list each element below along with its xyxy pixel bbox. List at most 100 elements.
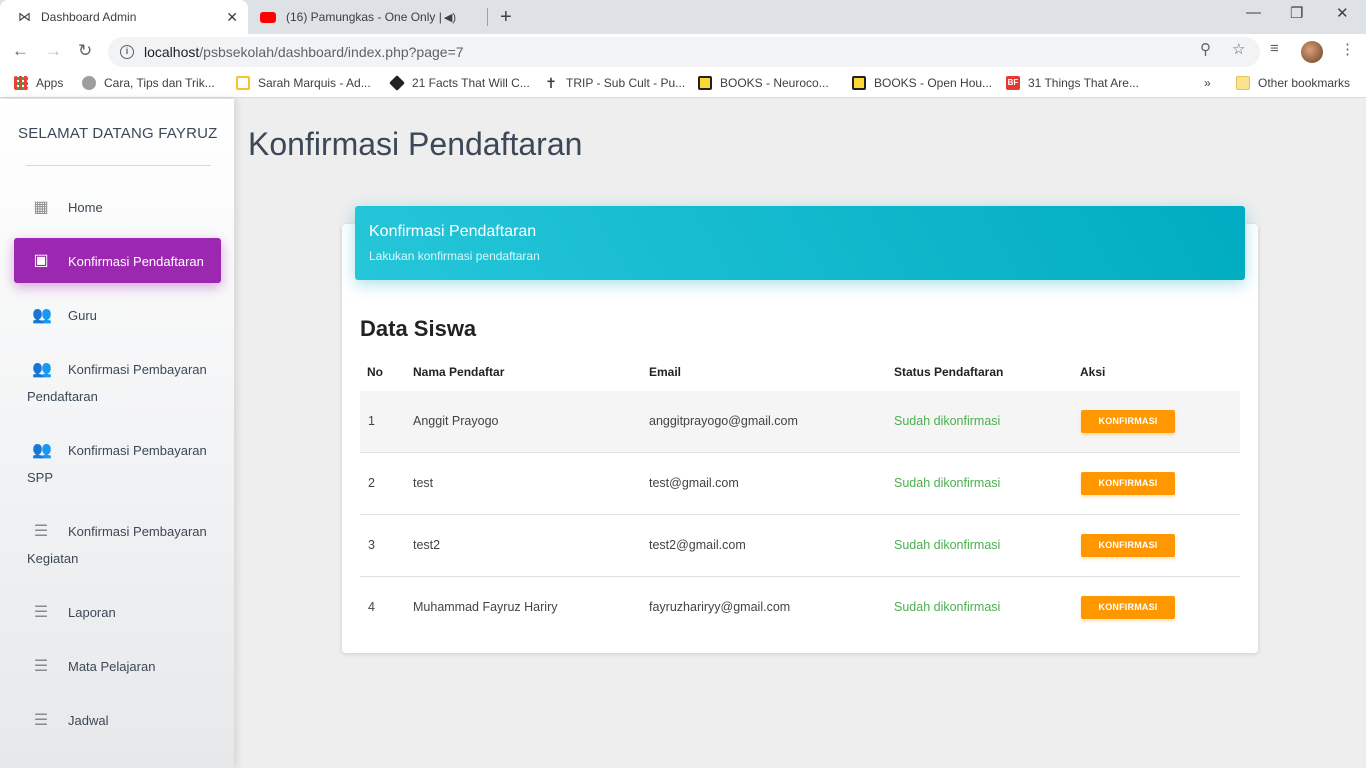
cell-email: anggitprayogo@gmail.com bbox=[649, 414, 798, 428]
sidebar-item-label: Konfirmasi Pendaftaran bbox=[68, 254, 204, 269]
bookmark-label: Other bookmarks bbox=[1258, 76, 1351, 90]
star-icon[interactable]: ☆ bbox=[1232, 40, 1245, 58]
profile-avatar[interactable] bbox=[1301, 41, 1323, 63]
sidebar-item-pembayaran-pendaftaran[interactable]: 👥 Konfirmasi Pembayaran Pendaftaran bbox=[14, 357, 221, 405]
konfirmasi-button[interactable]: KONFIRMASI bbox=[1081, 596, 1175, 619]
cell-nama: Anggit Prayogo bbox=[413, 414, 499, 428]
cell-status: Sudah dikonfirmasi bbox=[894, 414, 1001, 428]
bookmark-item[interactable]: BOOKS - Open Hou... bbox=[852, 76, 992, 90]
url-text: localhost/psbsekolah/dashboard/index.php… bbox=[144, 44, 464, 60]
dashboard-icon: ▦ bbox=[33, 199, 49, 216]
site-icon bbox=[852, 76, 866, 90]
table-row: 4 Muhammad Fayruz Hariry fayruzhariryy@g… bbox=[360, 577, 1240, 639]
apps-grid-icon bbox=[14, 76, 28, 90]
cell-nama: Muhammad Fayruz Hariry bbox=[413, 600, 558, 614]
cell-nama: test bbox=[413, 476, 434, 490]
back-arrow-icon[interactable]: ← bbox=[12, 41, 29, 61]
forward-arrow-icon[interactable]: → bbox=[45, 41, 62, 61]
bookmark-item[interactable]: 21 Facts That Will C... bbox=[389, 75, 530, 91]
minimize-button[interactable]: — bbox=[1246, 4, 1261, 21]
lines-icon: ☰ bbox=[33, 523, 49, 540]
browser-toolbar: ← → ↻ i localhost/psbsekolah/dashboard/i… bbox=[0, 34, 1366, 70]
restore-button[interactable]: ❐ bbox=[1290, 4, 1303, 22]
bookmark-item[interactable]: ✝ TRIP - Sub Cult - Pu... bbox=[544, 76, 685, 90]
sidebar-item-konfirmasi-pendaftaran[interactable]: ▣ Konfirmasi Pendaftaran bbox=[14, 238, 221, 283]
info-icon[interactable]: i bbox=[120, 45, 134, 59]
site-icon bbox=[698, 76, 712, 90]
konfirmasi-button[interactable]: KONFIRMASI bbox=[1081, 534, 1175, 557]
bf-icon: BF bbox=[1006, 76, 1020, 90]
sidebar-item-label: Konfirmasi Pembayaran bbox=[68, 362, 207, 377]
sidebar-item-label-line2: SPP bbox=[27, 470, 54, 485]
sidebar-item-jadwal[interactable]: ☰ Jadwal bbox=[14, 708, 221, 732]
bowtie-icon: ⋈ bbox=[18, 9, 31, 24]
cell-status: Sudah dikonfirmasi bbox=[894, 476, 1001, 490]
sidebar-item-label: Jadwal bbox=[68, 713, 109, 728]
bookmarks-bar: Apps Cara, Tips dan Trik... Sarah Marqui… bbox=[0, 70, 1366, 98]
cross-icon: ✝ bbox=[545, 75, 557, 91]
bookmark-label: BOOKS - Neuroco... bbox=[720, 76, 829, 90]
table-header-nama: Nama Pendaftar bbox=[413, 365, 505, 379]
table-header-email: Email bbox=[649, 365, 682, 379]
tab-title: (16) Pamungkas - One Only | bbox=[286, 10, 442, 24]
page-title: Konfirmasi Pendaftaran bbox=[248, 126, 583, 162]
sidebar-item-mata-pelajaran[interactable]: ☰ Mata Pelajaran bbox=[14, 654, 221, 678]
lines-icon: ☰ bbox=[33, 604, 49, 621]
bookmark-apps[interactable]: Apps bbox=[14, 76, 63, 90]
sidebar-item-home[interactable]: ▦ Home bbox=[14, 195, 221, 219]
menu-dots-icon[interactable]: ⋮ bbox=[1340, 40, 1355, 58]
clipboard-icon: ▣ bbox=[33, 252, 49, 269]
cell-no: 1 bbox=[368, 414, 375, 428]
sidebar-item-pembayaran-kegiatan[interactable]: ☰ Konfirmasi Pembayaran Kegiatan bbox=[14, 519, 221, 567]
site-icon bbox=[236, 76, 250, 90]
address-bar[interactable]: i localhost/psbsekolah/dashboard/index.p… bbox=[108, 37, 1260, 67]
konfirmasi-button[interactable]: KONFIRMASI bbox=[1081, 410, 1175, 433]
url-path: /psbsekolah/dashboard/index.php?page=7 bbox=[199, 44, 464, 60]
folder-icon bbox=[1236, 76, 1250, 90]
bookmark-item[interactable]: Sarah Marquis - Ad... bbox=[236, 76, 371, 90]
bookmark-label: Apps bbox=[36, 76, 64, 90]
card-title: Konfirmasi Pendaftaran bbox=[369, 223, 537, 240]
bookmark-label: 21 Facts That Will C... bbox=[412, 76, 530, 90]
cell-email: fayruzhariryy@gmail.com bbox=[649, 600, 791, 614]
sidebar-item-label: Konfirmasi Pembayaran bbox=[68, 524, 207, 539]
people-icon: 👥 bbox=[32, 307, 52, 324]
more-bookmarks-chevron-icon[interactable]: » bbox=[1204, 76, 1211, 90]
tab-title: Dashboard Admin bbox=[41, 10, 137, 24]
new-tab-button[interactable]: + bbox=[500, 6, 512, 29]
sidebar-item-label: Home bbox=[68, 200, 103, 215]
speaker-icon[interactable]: ◀) bbox=[444, 11, 456, 24]
cell-no: 2 bbox=[368, 476, 375, 490]
tab-dashboard-admin[interactable]: ⋈ Dashboard Admin ✕ bbox=[0, 0, 248, 34]
table-row: 3 test2 test2@gmail.com Sudah dikonfirma… bbox=[360, 515, 1240, 577]
media-queue-icon[interactable]: ≡ bbox=[1270, 40, 1279, 57]
sidebar-item-laporan[interactable]: ☰ Laporan bbox=[14, 600, 221, 624]
cell-nama: test2 bbox=[413, 538, 441, 552]
cell-email: test2@gmail.com bbox=[649, 538, 746, 552]
cell-no: 3 bbox=[368, 538, 375, 552]
bookmark-label: Sarah Marquis - Ad... bbox=[258, 76, 371, 90]
youtube-icon bbox=[260, 11, 276, 23]
sidebar-item-guru[interactable]: 👥 Guru bbox=[14, 303, 221, 327]
sidebar-item-label: Guru bbox=[68, 308, 97, 323]
sidebar-brand: SELAMAT DATANG FAYRUZ bbox=[18, 125, 218, 142]
sidebar-item-label: Mata Pelajaran bbox=[68, 659, 156, 674]
zoom-icon[interactable]: ⚲ bbox=[1200, 40, 1211, 58]
sidebar-item-pembayaran-spp[interactable]: 👥 Konfirmasi Pembayaran SPP bbox=[14, 438, 221, 486]
sidebar-item-label-line2: Pendaftaran bbox=[27, 389, 98, 404]
other-bookmarks[interactable]: Other bookmarks bbox=[1236, 76, 1350, 90]
bookmark-item[interactable]: BF 31 Things That Are... bbox=[1006, 76, 1139, 90]
bookmark-item[interactable]: Cara, Tips dan Trik... bbox=[82, 76, 215, 90]
close-window-button[interactable]: ✕ bbox=[1336, 4, 1349, 22]
site-icon bbox=[389, 75, 405, 91]
sidebar-item-label: Laporan bbox=[68, 605, 116, 620]
close-icon[interactable]: ✕ bbox=[226, 9, 238, 26]
konfirmasi-button[interactable]: KONFIRMASI bbox=[1081, 472, 1175, 495]
bookmark-item[interactable]: BOOKS - Neuroco... bbox=[698, 76, 829, 90]
sidebar-item-label: Konfirmasi Pembayaran bbox=[68, 443, 207, 458]
tab-youtube[interactable]: (16) Pamungkas - One Only | ◀) bbox=[250, 0, 488, 34]
people-icon: 👥 bbox=[32, 361, 52, 378]
tab-divider bbox=[487, 8, 488, 26]
bookmark-label: TRIP - Sub Cult - Pu... bbox=[566, 76, 686, 90]
reload-icon[interactable]: ↻ bbox=[78, 41, 92, 61]
